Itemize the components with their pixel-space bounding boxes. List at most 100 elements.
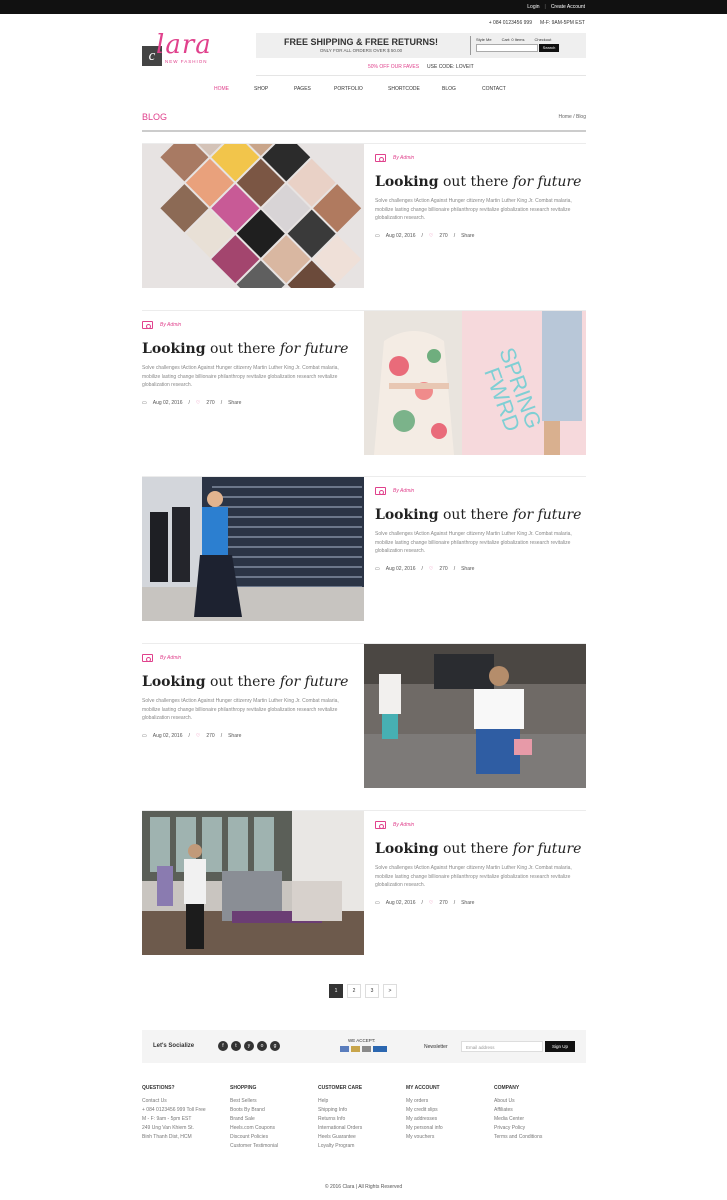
footer-link[interactable]: My credit slips: [406, 1106, 494, 1115]
like-count: 270: [439, 565, 448, 572]
author-name[interactable]: By Admin: [393, 488, 414, 494]
calendar-icon: ▭: [375, 899, 380, 906]
share-link[interactable]: Share: [228, 733, 241, 739]
nav-home[interactable]: HOME: [214, 86, 254, 92]
login-link[interactable]: Login: [527, 4, 539, 10]
email-field[interactable]: Email address: [461, 1041, 543, 1052]
share-link[interactable]: Share: [228, 400, 241, 406]
logo[interactable]: c lara NEW FASHION: [142, 30, 232, 66]
footer-column: MY ACCOUNT My orders My credit slips My …: [406, 1085, 494, 1151]
author-name[interactable]: By Admin: [393, 155, 414, 161]
footer-link[interactable]: Help: [318, 1097, 406, 1106]
heart-icon[interactable]: ♡: [429, 233, 433, 239]
nav-contact[interactable]: CONTACT: [482, 86, 522, 92]
title-mid: out there: [205, 341, 280, 357]
footer-link[interactable]: My orders: [406, 1097, 494, 1106]
post-date: Aug 02, 2016: [385, 899, 416, 906]
title-mid: out there: [205, 674, 280, 690]
author-name[interactable]: By Admin: [393, 822, 414, 828]
calendar-icon: ▭: [375, 565, 380, 572]
sign-up-button[interactable]: Sign Up: [545, 1041, 575, 1052]
page-3-button[interactable]: 3: [365, 984, 379, 998]
footer-link[interactable]: Heels.com Coupons: [230, 1124, 318, 1133]
post-meta: ▭ Aug 02, 2016/♡ 270/Share: [142, 732, 242, 739]
cart-link[interactable]: Cart: 0 Items: [502, 37, 525, 42]
post-image[interactable]: [364, 644, 586, 788]
checkout-link[interactable]: Checkout: [534, 37, 551, 42]
footer-text: Binh Thanh Dist, HCM: [142, 1134, 192, 1140]
title-mid: out there: [438, 174, 513, 190]
twitter-icon[interactable]: t: [231, 1041, 241, 1051]
post-title[interactable]: Looking out there for future: [142, 341, 352, 357]
heart-icon[interactable]: ♡: [429, 900, 433, 906]
footer-link[interactable]: Media Center: [494, 1115, 582, 1124]
author-name[interactable]: By Admin: [160, 322, 181, 328]
next-page-button[interactable]: >: [383, 984, 397, 998]
footer-link[interactable]: Affiliates: [494, 1106, 582, 1115]
post-excerpt: Solve challenges tAction Against Hunger …: [375, 531, 572, 554]
post-meta: ▭ Aug 02, 2016/♡ 270/Share: [375, 565, 475, 572]
post-author: By Admin: [375, 154, 585, 162]
instagram-icon[interactable]: o: [257, 1041, 267, 1051]
footer-link[interactable]: Best Sellers: [230, 1097, 318, 1106]
post-title[interactable]: Looking out there for future: [375, 507, 585, 523]
google-plus-icon[interactable]: g: [270, 1041, 280, 1051]
footer-link[interactable]: Privacy Policy: [494, 1124, 582, 1133]
title-italic: for future: [279, 341, 349, 357]
page-1-button[interactable]: 1: [329, 984, 343, 998]
footer-link[interactable]: My personal info: [406, 1124, 494, 1133]
heart-icon[interactable]: ♡: [196, 400, 200, 406]
nav-pages[interactable]: PAGES: [294, 86, 334, 92]
footer-link[interactable]: Shipping Info: [318, 1106, 406, 1115]
post-title[interactable]: Looking out there for future: [142, 674, 352, 690]
facebook-icon[interactable]: f: [218, 1041, 228, 1051]
share-link[interactable]: Share: [461, 900, 474, 906]
post-image[interactable]: [142, 477, 364, 621]
post-author: By Admin: [375, 487, 585, 495]
promo-code: USE CODE: LOVEIT: [427, 64, 474, 70]
footer-link[interactable]: Terms and Conditions: [494, 1133, 582, 1142]
share-link[interactable]: Share: [461, 566, 474, 572]
post-image[interactable]: SPRING FWRD: [364, 311, 586, 455]
footer-link[interactable]: Loyalty Program: [318, 1142, 406, 1151]
camera-icon: [375, 487, 386, 495]
camera-icon: [142, 321, 153, 329]
footer-link[interactable]: About Us: [494, 1097, 582, 1106]
footer-link[interactable]: International Orders: [318, 1124, 406, 1133]
socialize-label: Let's Socialize: [153, 1043, 195, 1049]
heart-icon[interactable]: ♡: [429, 566, 433, 572]
nav-portfolio[interactable]: PORTFOLIO: [334, 86, 388, 92]
post-title[interactable]: Looking out there for future: [375, 841, 585, 857]
like-count: 270: [206, 732, 215, 739]
heart-icon[interactable]: ♡: [196, 733, 200, 739]
share-link[interactable]: Share: [461, 233, 474, 239]
post-author: By Admin: [142, 654, 352, 662]
footer-link[interactable]: Customer Testimonial: [230, 1142, 318, 1151]
title-bold: Looking: [375, 841, 439, 857]
post-excerpt: Solve challenges tAction Against Hunger …: [375, 865, 572, 888]
post-image[interactable]: [142, 144, 364, 288]
nav-blog[interactable]: BLOG: [442, 86, 482, 92]
page-2-button[interactable]: 2: [347, 984, 361, 998]
post-title[interactable]: Looking out there for future: [375, 174, 585, 190]
promo-subtext: ONLY FOR ALL ORDERS OVER $ 50.00: [319, 48, 403, 53]
search-button[interactable]: Search: [539, 44, 559, 52]
youtube-icon[interactable]: y: [244, 1041, 254, 1051]
style-me-link[interactable]: Style Me: [476, 37, 492, 42]
footer-link[interactable]: My vouchers: [406, 1133, 494, 1142]
footer-link[interactable]: Brand Sale: [230, 1115, 318, 1124]
create-account-link[interactable]: Create Account: [551, 4, 585, 10]
search-input[interactable]: [476, 44, 538, 52]
sale-text[interactable]: 50% OFF OUR FAVES: [368, 64, 419, 70]
footer-link[interactable]: Returns Info: [318, 1115, 406, 1124]
breadcrumb[interactable]: Home / Blog: [558, 114, 586, 120]
post-image[interactable]: [142, 811, 364, 955]
footer-link[interactable]: Contact Us: [142, 1097, 230, 1106]
nav-shortcode[interactable]: SHORTCODE: [388, 86, 442, 92]
footer-link[interactable]: My addresses: [406, 1115, 494, 1124]
nav-shop[interactable]: SHOP: [254, 86, 294, 92]
footer-link[interactable]: Discount Policies: [230, 1133, 318, 1142]
author-name[interactable]: By Admin: [160, 655, 181, 661]
footer-link[interactable]: Boots By Brand: [230, 1106, 318, 1115]
footer-link[interactable]: Heels Guarantee: [318, 1133, 406, 1142]
